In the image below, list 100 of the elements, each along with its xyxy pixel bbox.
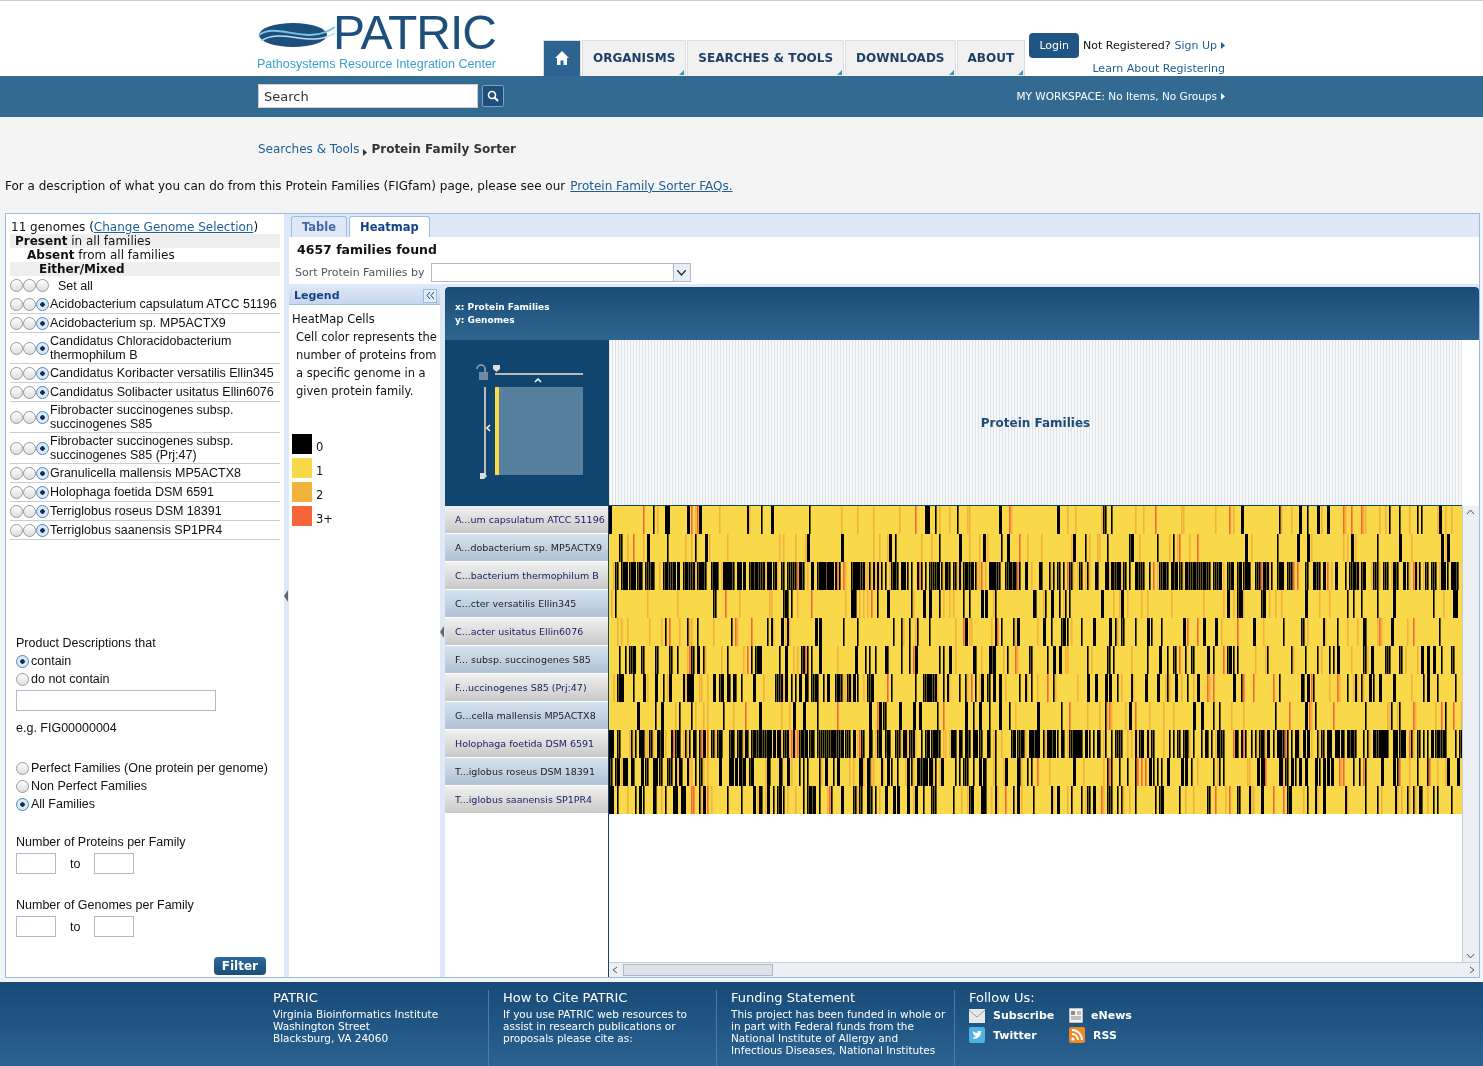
radio-button[interactable]: [23, 410, 36, 424]
sign-up-link[interactable]: Sign Up: [1174, 39, 1217, 52]
genome-name: Candidatus Chloracidobacterium thermophilum B: [50, 334, 233, 363]
nav-tab[interactable]: ORGANISMS: [582, 39, 687, 76]
key-label: Absent from all families: [26, 248, 176, 263]
range-from-field[interactable]: [16, 853, 56, 875]
legend-heading: HeatMap Cells: [292, 312, 375, 327]
row-label[interactable]: Holophaga foetida DSM 6591: [445, 730, 608, 759]
radio-button[interactable]: [16, 797, 29, 811]
row-label[interactable]: G...cella mallensis MP5ACTX8: [445, 702, 608, 731]
radio-button[interactable]: [23, 341, 36, 355]
home-tab[interactable]: [543, 39, 581, 76]
radio-button[interactable]: [36, 441, 49, 455]
row-label[interactable]: C...acter usitatus Ellin6076: [445, 618, 608, 647]
radio-button[interactable]: [10, 523, 23, 537]
radio-button[interactable]: [36, 504, 49, 518]
range-from-field[interactable]: [16, 916, 56, 938]
radio-button[interactable]: [36, 297, 49, 311]
radio-button[interactable]: [10, 385, 23, 399]
radio-button[interactable]: [10, 316, 23, 330]
search-field[interactable]: Search: [258, 84, 478, 109]
change-selection-link[interactable]: Change Genome Selection: [93, 220, 254, 235]
radio-button[interactable]: [23, 385, 36, 399]
logo-subtitle: Pathosystems Resource Integration Center: [257, 57, 497, 71]
radio-button[interactable]: [10, 441, 23, 455]
learn-registering-link[interactable]: Learn About Registering: [1092, 62, 1225, 75]
radio-button[interactable]: [16, 779, 29, 793]
row-label[interactable]: F...uccinogenes S85 (Prj:47): [445, 674, 608, 703]
radio-button[interactable]: [36, 316, 49, 330]
radio-button[interactable]: [10, 279, 23, 293]
radio-button[interactable]: [36, 523, 49, 537]
footer-text: proposals please cite as:: [503, 1032, 634, 1045]
radio-button[interactable]: [23, 523, 36, 537]
social-link[interactable]: eNews: [1069, 1008, 1149, 1024]
range-joiner: to: [70, 856, 81, 871]
nav-tab[interactable]: SEARCHES & TOOLS: [687, 39, 845, 76]
row-label[interactable]: T...iglobus roseus DSM 18391: [445, 758, 608, 787]
genome-name: Terriglobus saanensis SP1PR4: [50, 523, 223, 538]
vertical-scrollbar[interactable]: [1462, 506, 1479, 963]
radio-button[interactable]: [36, 410, 49, 424]
option-label: Perfect Families (One protein per genome): [31, 761, 268, 776]
radio-button[interactable]: [10, 466, 23, 480]
radio-button[interactable]: [23, 466, 36, 480]
radio-button[interactable]: [23, 366, 36, 380]
radio-button[interactable]: [10, 410, 23, 424]
footer-text: Blacksburg, VA 24060: [273, 1032, 390, 1045]
radio-button[interactable]: [36, 341, 49, 355]
sort-dropdown[interactable]: [430, 263, 691, 283]
radio-button[interactable]: [23, 504, 36, 518]
row-label[interactable]: C...bacterium thermophilum B: [445, 562, 608, 591]
radio-button[interactable]: [36, 279, 49, 293]
range-label: Number of Genomes per Family: [16, 898, 195, 913]
description-field[interactable]: [16, 690, 216, 712]
radio-button[interactable]: [36, 466, 49, 480]
radio-button[interactable]: [10, 297, 23, 311]
radio-button[interactable]: [36, 485, 49, 499]
faq-link[interactable]: Protein Family Sorter FAQs.: [570, 178, 733, 193]
radio-button[interactable]: [23, 297, 36, 311]
nav-tab[interactable]: ABOUT: [956, 39, 1026, 76]
option-label: contain: [31, 654, 72, 669]
workspace-link[interactable]: MY WORKSPACE: No Items, No Groups: [1016, 90, 1217, 103]
row-label[interactable]: A...dobacterium sp. MP5ACTX9: [445, 534, 608, 563]
radio-button[interactable]: [10, 485, 23, 499]
range-to-field[interactable]: [94, 916, 135, 938]
page-title: Protein Family Sorter: [371, 142, 516, 157]
view-tab[interactable]: Table: [291, 216, 348, 238]
radio-button[interactable]: [10, 366, 23, 380]
radio-button[interactable]: [16, 654, 29, 668]
range-to-field[interactable]: [94, 853, 135, 875]
view-tab[interactable]: Heatmap: [349, 216, 430, 238]
social-link[interactable]: Subscribe: [969, 1008, 1069, 1024]
radio-button[interactable]: [23, 279, 36, 293]
row-label[interactable]: T...iglobus saanensis SP1PR4: [445, 786, 608, 815]
radio-button[interactable]: [36, 366, 49, 380]
social-link[interactable]: Twitter: [969, 1027, 1069, 1044]
footer-text: in part with Federal funds from the: [731, 1020, 915, 1033]
genome-name: Candidatus Solibacter usitatus Ellin6076: [50, 385, 274, 400]
caret-icon: [363, 149, 368, 157]
radio-button[interactable]: [10, 504, 23, 518]
caret-icon: [1221, 92, 1225, 100]
radio-button[interactable]: [23, 441, 36, 455]
row-label[interactable]: C...cter versatilis Ellin345: [445, 590, 608, 619]
radio-button[interactable]: [10, 341, 23, 355]
search-button[interactable]: [482, 85, 504, 108]
radio-button[interactable]: [23, 316, 36, 330]
description-label: Product Descriptions that: [16, 636, 157, 651]
radio-button[interactable]: [23, 485, 36, 499]
social-link[interactable]: RSS: [1069, 1027, 1149, 1044]
horizontal-scrollbar[interactable]: [609, 962, 1479, 978]
filter-button[interactable]: Filter: [213, 957, 266, 976]
row-label[interactable]: A...um capsulatum ATCC 51196: [445, 506, 608, 535]
nav-tab[interactable]: DOWNLOADS: [845, 39, 956, 76]
radio-button[interactable]: [16, 761, 29, 775]
login-button[interactable]: Login: [1029, 33, 1080, 58]
collapse-button[interactable]: [423, 288, 437, 303]
row-label[interactable]: F... subsp. succinogenes S85: [445, 646, 608, 675]
breadcrumb-link[interactable]: Searches & Tools: [258, 142, 360, 157]
radio-button[interactable]: [16, 672, 29, 686]
radio-button[interactable]: [36, 385, 49, 399]
sort-label: Sort Protein Families by: [295, 266, 425, 280]
